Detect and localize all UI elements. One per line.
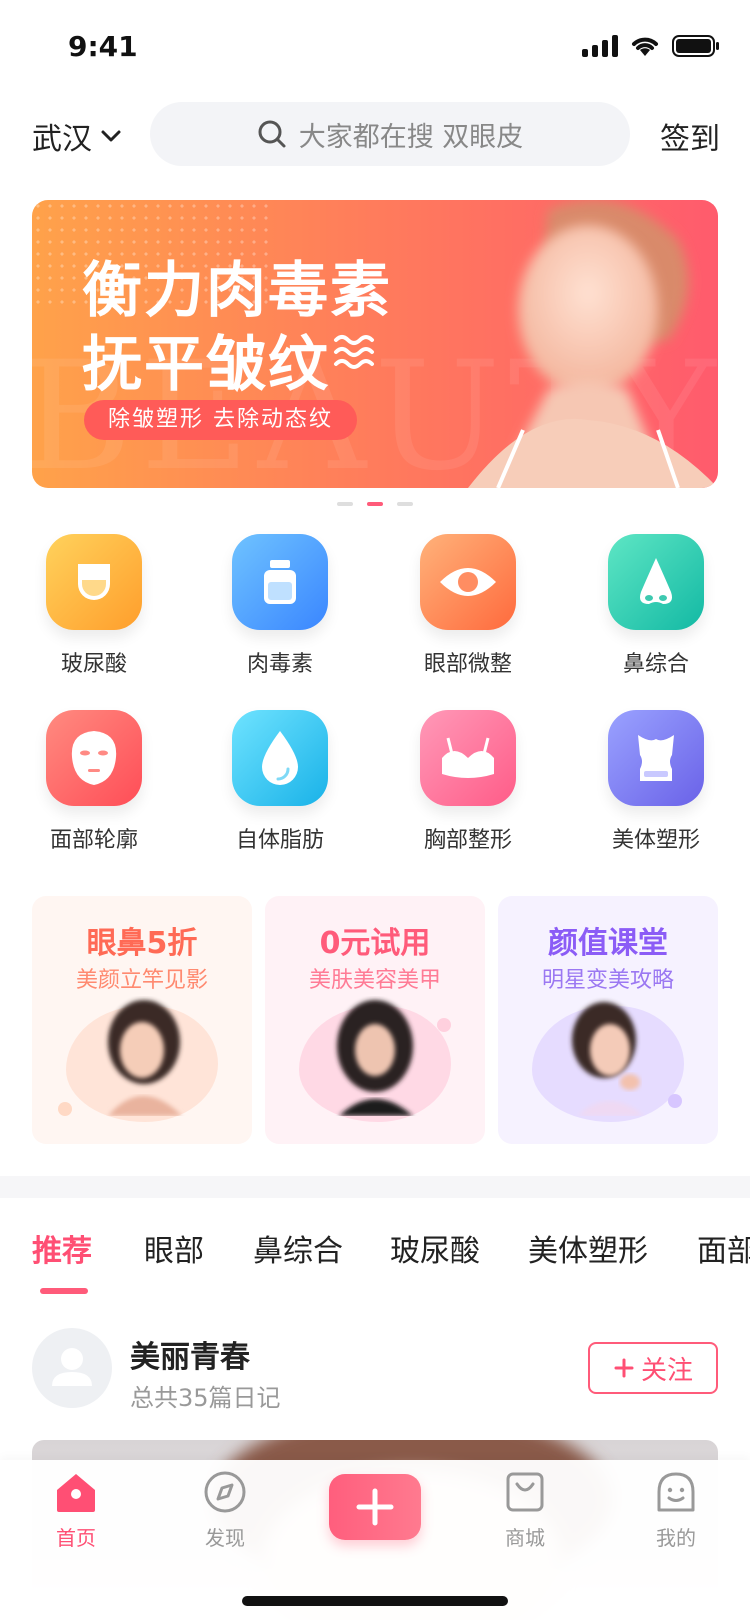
category-tabs: 推荐 眼部 鼻综合 玻尿酸 美体塑形 面部 [0, 1218, 750, 1298]
tab-active-indicator [40, 1288, 88, 1294]
tab-label: 我的 [656, 1526, 696, 1550]
category-label: 肉毒素 [246, 652, 313, 677]
botox-bottle-icon [232, 534, 328, 630]
wifi-icon [632, 37, 658, 56]
eye-icon [420, 534, 516, 630]
category-grid: 玻尿酸 肉毒素 眼部微整 鼻综合 面部轮廓 自体脂肪 胸部整形 美体塑形 [0, 534, 750, 854]
face-mask-icon [46, 710, 142, 806]
wave-icon [334, 335, 374, 369]
signin-button[interactable]: 签到 [660, 114, 720, 158]
tab-label: 发现 [205, 1526, 245, 1550]
decor-dot [437, 1018, 451, 1032]
category-breast[interactable]: 胸部整形 [374, 710, 562, 854]
search-icon [258, 120, 286, 148]
cellular-signal-icon [582, 35, 618, 57]
promo-title: 眼鼻5折 [86, 926, 198, 961]
status-icons [582, 34, 720, 58]
category-label: 自体脂肪 [235, 828, 324, 853]
author-name[interactable]: 美丽青春 [130, 1332, 250, 1376]
category-label: 面部轮廓 [49, 828, 138, 853]
category-hyaluronic-acid[interactable]: 玻尿酸 [0, 534, 188, 678]
page-dot-active [367, 502, 383, 506]
publish-button[interactable] [329, 1474, 421, 1540]
category-body-shaping[interactable]: 美体塑形 [562, 710, 750, 854]
tab-discover[interactable]: 发现 [165, 1470, 285, 1551]
banner-model-image [468, 200, 718, 488]
promo-subtitle: 美肤美容美甲 [308, 968, 441, 993]
promo-subtitle: 美颜立竿见影 [75, 968, 208, 993]
promo-title: 0元试用 [319, 926, 431, 961]
tab-label: 首页 [56, 1526, 96, 1550]
promo-model-image [108, 1000, 182, 1116]
home-indicator [242, 1596, 508, 1606]
promo-cards: 眼鼻5折 美颜立竿见影 0元试用 美肤美容美甲 颜值课堂 明星变美攻略 [32, 896, 718, 1144]
plus-icon [356, 1488, 394, 1526]
section-divider [0, 1176, 750, 1198]
chevron-down-icon [101, 130, 121, 142]
category-face-contour[interactable]: 面部轮廓 [0, 710, 188, 854]
search-placeholder: 大家都在搜 双眼皮 [298, 121, 524, 153]
compass-icon [204, 1471, 246, 1513]
follow-button[interactable]: 关注 [588, 1342, 718, 1394]
category-label: 胸部整形 [423, 828, 512, 853]
city-label: 武汉 [32, 122, 92, 157]
tab-nose[interactable]: 鼻综合 [253, 1226, 343, 1270]
category-botox[interactable]: 肉毒素 [186, 534, 374, 678]
decor-dot [58, 1102, 72, 1116]
promo-banner[interactable]: BEAUTY 衡力肉毒素 抚平皱纹 除皱塑形 去除动态纹 [32, 200, 718, 488]
promo-title: 颜值课堂 [548, 926, 668, 961]
page-dot [337, 502, 353, 506]
tab-recommend[interactable]: 推荐 [32, 1226, 92, 1270]
category-label: 鼻综合 [622, 652, 689, 677]
category-fat-grafting[interactable]: 自体脂肪 [186, 710, 374, 854]
promo-subtitle: 明星变美攻略 [541, 968, 674, 993]
tab-mall[interactable]: 商城 [465, 1470, 585, 1551]
tab-eye[interactable]: 眼部 [144, 1226, 204, 1270]
bra-icon [420, 710, 516, 806]
avatar[interactable] [32, 1328, 112, 1408]
header: 武汉 大家都在搜 双眼皮 签到 [0, 96, 750, 186]
promo-card-beauty-class[interactable]: 颜值课堂 明星变美攻略 [498, 896, 718, 1144]
search-bar[interactable]: 大家都在搜 双眼皮 [150, 102, 630, 166]
fat-drop-icon [232, 710, 328, 806]
diary-author-row: 美丽青春 总共35篇日记 关注 [32, 1328, 718, 1412]
diary-count: 总共35篇日记 [130, 1384, 281, 1412]
promo-card-eye-nose[interactable]: 眼鼻5折 美颜立竿见影 [32, 896, 252, 1144]
category-nose[interactable]: 鼻综合 [562, 534, 750, 678]
promo-card-free-trial[interactable]: 0元试用 美肤美容美甲 [265, 896, 485, 1144]
status-time: 9:41 [68, 30, 138, 63]
tab-mine[interactable]: 我的 [616, 1470, 736, 1551]
tab-body-shaping[interactable]: 美体塑形 [528, 1226, 648, 1270]
body-shaping-icon [608, 710, 704, 806]
category-eye[interactable]: 眼部微整 [374, 534, 562, 678]
page-dot [397, 502, 413, 506]
hyaluronic-acid-cup-icon [46, 534, 142, 630]
status-bar: 9:41 [0, 0, 750, 96]
tab-hyaluronic-acid[interactable]: 玻尿酸 [390, 1226, 480, 1270]
nose-icon [608, 534, 704, 630]
tab-home[interactable]: 首页 [16, 1470, 136, 1551]
default-avatar-icon [52, 1348, 92, 1386]
tab-label: 商城 [505, 1526, 545, 1550]
city-selector[interactable]: 武汉 [32, 114, 122, 158]
decor-dot [668, 1094, 682, 1108]
follow-label: 关注 [640, 1355, 693, 1386]
plus-icon [614, 1358, 634, 1378]
banner-page-indicator [0, 502, 750, 506]
category-label: 美体塑形 [611, 828, 700, 853]
promo-model-image [572, 1002, 644, 1116]
battery-icon [672, 35, 719, 57]
category-label: 眼部微整 [423, 652, 512, 677]
home-icon [57, 1474, 95, 1512]
promo-model-image [337, 1000, 413, 1116]
banner-tagline: 除皱塑形 去除动态纹 [84, 400, 357, 440]
category-label: 玻尿酸 [60, 652, 127, 677]
banner-title-line2: 抚平皱纹 [82, 330, 330, 400]
smiley-profile-icon [657, 1472, 695, 1512]
tab-face[interactable]: 面部 [697, 1226, 750, 1270]
shopping-bag-icon [506, 1472, 544, 1512]
